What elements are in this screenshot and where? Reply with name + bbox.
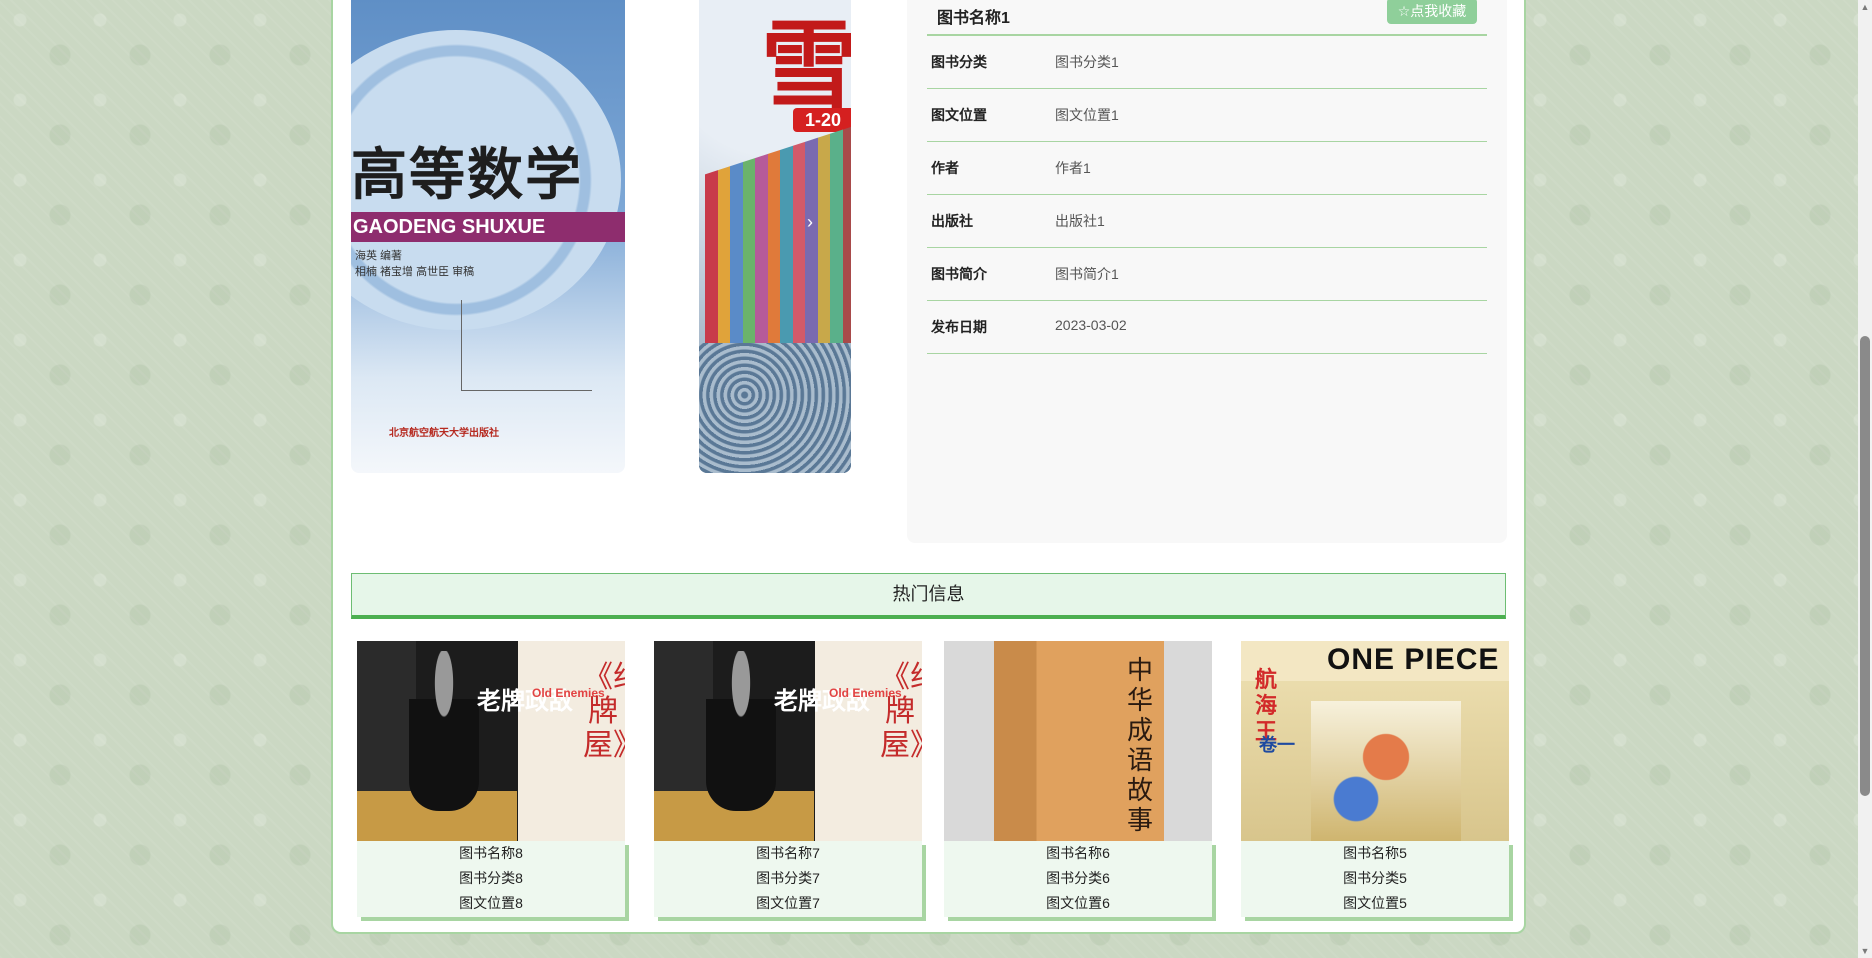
cover-series-title: 《纸牌屋》 [583, 660, 625, 763]
detail-value: 图书分类1 [1055, 54, 1119, 70]
hot-item-location: 图文位置6 [1046, 895, 1110, 911]
hot-item-cover[interactable]: ONE PIECE 航海王 卷一 [1241, 641, 1509, 841]
hot-item-card[interactable]: ONE PIECE 航海王 卷一 图书名称5 图书分类5 图文位置5 [1241, 641, 1509, 917]
hot-item-name[interactable]: 图书名称7 [654, 841, 922, 866]
detail-label: 作者 [931, 160, 959, 176]
detail-row-summary: 图书简介 图书简介1 [927, 248, 1487, 301]
math-cover-graph [461, 300, 592, 391]
detail-label: 图文位置 [931, 107, 987, 123]
ice-texture [699, 343, 851, 473]
hot-item-card[interactable]: 老牌政敌 Old Enemies 《纸牌屋》 图书名称8 图书分类8 图文位置8 [357, 641, 625, 917]
cover-title: 中华成语故事 [1127, 656, 1154, 836]
detail-label: 图书简介 [931, 266, 987, 282]
hot-item-card[interactable]: 中华成语故事 图书名称6 图书分类6 图文位置6 [944, 641, 1212, 917]
hot-item-location: 图文位置5 [1343, 895, 1407, 911]
detail-row-date: 发布日期 2023-03-02 [927, 301, 1487, 354]
hot-item-name[interactable]: 图书名称6 [944, 841, 1212, 866]
hot-item-location: 图文位置7 [756, 895, 820, 911]
detail-row-location: 图文位置 图文位置1 [927, 89, 1487, 142]
math-cover-title: 高等数学 [351, 142, 583, 208]
hot-item-category: 图书分类8 [459, 870, 523, 886]
book-details-list: 图书分类 图书分类1 图文位置 图文位置1 作者 作者1 出版社 出版社1 图书… [927, 36, 1487, 354]
math-cover-authors: 海英 编著 相楠 褚宝增 高世臣 审稿 [355, 250, 475, 278]
snow-cover-tag: 1-20 [793, 108, 851, 132]
hot-item-cover[interactable]: 老牌政敌 Old Enemies 《纸牌屋》 [654, 641, 922, 841]
detail-label: 发布日期 [931, 319, 987, 335]
hot-item-location: 图文位置8 [459, 895, 523, 911]
detail-value: 图文位置1 [1055, 107, 1119, 123]
scroll-down-arrow-icon[interactable]: ▼ [1858, 944, 1872, 958]
hot-info-header: 热门信息 [351, 573, 1506, 619]
carousel-next-arrow-icon[interactable]: › [807, 212, 813, 233]
hot-item-info: 图书名称7 图书分类7 图文位置7 [654, 841, 922, 917]
scroll-up-arrow-icon[interactable]: ▲ [1858, 0, 1872, 14]
hot-item-category: 图书分类7 [756, 870, 820, 886]
hot-item-category: 图书分类5 [1343, 870, 1407, 886]
hot-item-cover[interactable]: 老牌政敌 Old Enemies 《纸牌屋》 [357, 641, 625, 841]
math-cover-publisher: 北京航空航天大学出版社 [389, 428, 499, 439]
math-cover-pinyin: GAODENG SHUXUE [351, 212, 625, 242]
hot-item-info: 图书名称8 图书分类8 图文位置8 [357, 841, 625, 917]
favorite-button[interactable]: ☆点我收藏 [1387, 0, 1477, 24]
cover-scene [1311, 701, 1461, 841]
page-scrollbar[interactable]: ▲ ▼ [1858, 0, 1872, 958]
detail-label: 图书分类 [931, 54, 987, 70]
cover-figure [706, 651, 776, 811]
detail-value: 作者1 [1055, 160, 1091, 176]
hot-item-card[interactable]: 老牌政敌 Old Enemies 《纸牌屋》 图书名称7 图书分类7 图文位置7 [654, 641, 922, 917]
detail-value: 图书简介1 [1055, 266, 1119, 282]
hot-item-name[interactable]: 图书名称8 [357, 841, 625, 866]
cover-logo: ONE PIECE [1327, 643, 1500, 676]
cover-figure [409, 651, 479, 811]
scroll-thumb[interactable] [1860, 336, 1870, 796]
book-image-carousel[interactable]: 高等数学 GAODENG SHUXUE 海英 编著 相楠 褚宝增 高世臣 审稿 北… [351, 0, 851, 473]
detail-row-publisher: 出版社 出版社1 [927, 195, 1487, 248]
hot-item-info: 图书名称6 图书分类6 图文位置6 [944, 841, 1212, 917]
hot-item-cover[interactable]: 中华成语故事 [944, 641, 1212, 841]
hot-item-info: 图书名称5 图书分类5 图文位置5 [1241, 841, 1509, 917]
detail-value: 出版社1 [1055, 213, 1105, 229]
cover-series-title: 《纸牌屋》 [880, 660, 922, 763]
book-info-panel: 图书名称1 ☆点我收藏 图书分类 图书分类1 图文位置 图文位置1 作者 作者1… [907, 0, 1507, 543]
cover-volume: 卷一 [1259, 735, 1295, 755]
hot-item-category: 图书分类6 [1046, 870, 1110, 886]
detail-value: 2023-03-02 [1055, 317, 1127, 333]
book-name: 图书名称1 [937, 10, 1010, 27]
hot-item-name[interactable]: 图书名称5 [1241, 841, 1509, 866]
detail-row-author: 作者 作者1 [927, 142, 1487, 195]
detail-label: 出版社 [931, 213, 973, 229]
detail-row-category: 图书分类 图书分类1 [927, 36, 1487, 89]
snow-book-cover: 雪 1-20 › [699, 0, 851, 473]
math-book-cover: 高等数学 GAODENG SHUXUE 海英 编著 相楠 褚宝增 高世臣 审稿 北… [351, 0, 625, 473]
